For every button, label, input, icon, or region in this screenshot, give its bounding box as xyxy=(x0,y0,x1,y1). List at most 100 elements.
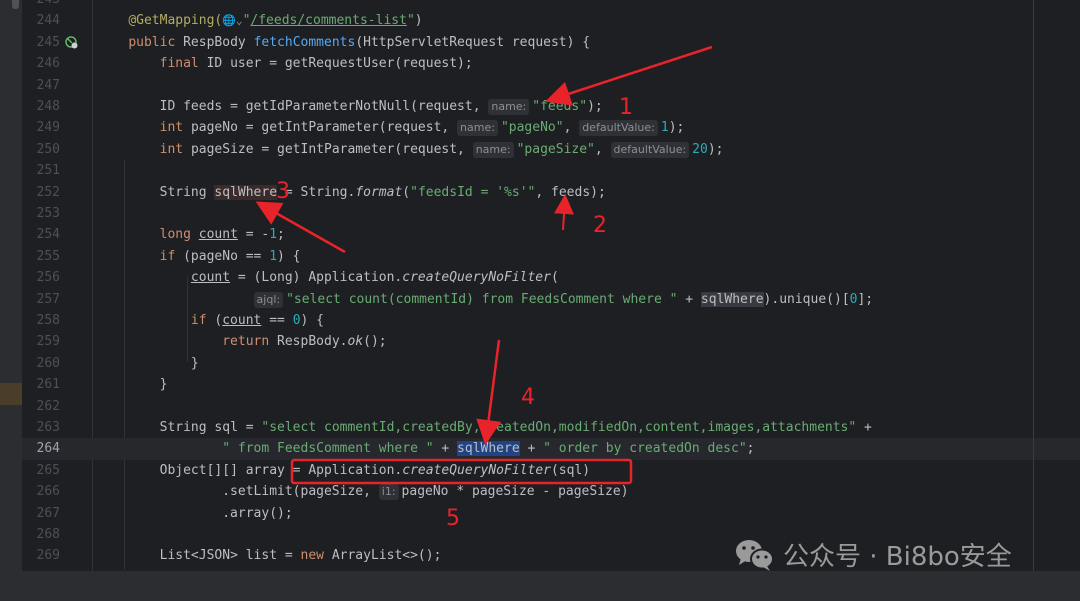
line-number[interactable]: 257 xyxy=(22,289,60,310)
line-number[interactable]: 263 xyxy=(22,417,60,438)
code-token: 1 xyxy=(269,248,278,264)
code-token: if xyxy=(190,313,215,328)
line-number[interactable]: 260 xyxy=(22,353,60,374)
code-token: ok xyxy=(347,334,364,350)
code-token: ]; xyxy=(857,291,874,307)
code-token: new xyxy=(300,548,332,564)
code-line[interactable]: 246 final ID user = getRequestUser(reque… xyxy=(22,53,1080,74)
line-number[interactable]: 250 xyxy=(22,139,60,160)
globe-icon[interactable]: 🌐⌄ xyxy=(222,14,242,27)
line-number[interactable]: 266 xyxy=(22,481,60,502)
inlay-hint: i1: xyxy=(378,484,399,501)
code-text: int pageSize = getIntParameter(request, … xyxy=(97,139,723,160)
code-line[interactable]: 262 xyxy=(22,396,1080,417)
code-token: int xyxy=(159,141,191,157)
line-number[interactable]: 243 xyxy=(22,0,60,10)
line-number[interactable]: 252 xyxy=(22,182,60,203)
line-number[interactable]: 249 xyxy=(22,117,60,138)
line-number[interactable]: 248 xyxy=(22,96,60,117)
code-line[interactable]: 256 count = (Long) Application.createQue… xyxy=(22,267,1080,288)
code-line[interactable]: 267 .array(); xyxy=(22,503,1080,524)
code-text: ID feeds = getIdParameterNotNull(request… xyxy=(97,96,603,117)
code-line[interactable]: 252 String sqlWhere = String.format("fee… xyxy=(22,182,1080,203)
code-line[interactable]: 264 " from FeedsComment where " + sqlWhe… xyxy=(22,438,1080,460)
line-number[interactable]: 261 xyxy=(22,374,60,395)
line-number[interactable]: 254 xyxy=(22,224,60,245)
code-line[interactable]: 253 xyxy=(22,203,1080,224)
line-number[interactable]: 267 xyxy=(22,503,60,524)
line-number[interactable]: 256 xyxy=(22,267,60,288)
code-text: List<JSON> list = new ArrayList<>(); xyxy=(97,545,442,566)
code-token: final xyxy=(159,56,207,72)
code-line[interactable]: 265 Object[][] array = Application.creat… xyxy=(22,460,1080,481)
code-line[interactable]: 258 if (count == 0) { xyxy=(22,310,1080,331)
code-token: .setLimit(pageSize, xyxy=(222,484,379,500)
code-line[interactable]: 249 int pageNo = getIntParameter(request… xyxy=(22,117,1080,138)
code-token: "pageNo" xyxy=(500,120,564,136)
code-token: ) { xyxy=(277,248,301,264)
code-text: if (pageNo == 1) { xyxy=(97,246,301,267)
code-text: if (count == 0) { xyxy=(97,310,324,331)
line-number[interactable]: 262 xyxy=(22,396,60,417)
inlay-hint: name: xyxy=(457,120,498,137)
line-number[interactable]: 269 xyxy=(22,545,60,566)
code-token: + xyxy=(856,420,872,435)
code-token: RespBody. xyxy=(277,334,348,350)
inlay-hint: defaultValue: xyxy=(579,120,658,137)
code-token: ( xyxy=(550,270,559,286)
code-line[interactable]: 263 String sql = "select commentId,creat… xyxy=(22,417,1080,438)
endpoint-globe-icon[interactable] xyxy=(65,36,78,49)
code-line[interactable]: 254 long count = -1; xyxy=(22,224,1080,245)
line-number[interactable]: 245 xyxy=(22,32,60,53)
line-number[interactable]: 251 xyxy=(22,160,60,181)
line-number[interactable]: 264 xyxy=(22,438,60,459)
code-line[interactable]: 250 int pageSize = getIntParameter(reque… xyxy=(22,139,1080,160)
code-line[interactable]: 255 if (pageNo == 1) { xyxy=(22,246,1080,267)
code-line[interactable]: 248 ID feeds = getIdParameterNotNull(req… xyxy=(22,96,1080,117)
code-token: fetchComments xyxy=(253,34,356,50)
scrollbar-thumb[interactable] xyxy=(12,0,19,9)
code-line[interactable]: 251 xyxy=(22,160,1080,181)
code-text: long count = -1; xyxy=(97,224,285,245)
code-text: count = (Long) Application.createQueryNo… xyxy=(97,267,559,288)
code-token: createQueryNoFilter xyxy=(402,462,551,478)
code-token: long xyxy=(159,227,199,243)
line-number[interactable]: 246 xyxy=(22,53,60,74)
code-token: , feeds); xyxy=(535,184,606,200)
right-margin-guide xyxy=(1033,0,1034,571)
code-line[interactable]: 260 } xyxy=(22,353,1080,374)
code-line[interactable]: 257 ajql: "select count(commentId) from F… xyxy=(22,289,1080,310)
line-number[interactable]: 253 xyxy=(22,203,60,224)
code-token: = - xyxy=(237,227,270,243)
code-token: , xyxy=(563,120,580,136)
code-line[interactable]: 266 .setLimit(pageSize, i1: pageNo * page… xyxy=(22,481,1080,502)
code-token: sqlWhere xyxy=(457,441,520,457)
code-editor[interactable]: 243244 @GetMapping(🌐⌄ "/feeds/comments-li… xyxy=(22,0,1080,571)
code-line[interactable]: 245 public RespBody fetchComments(HttpSe… xyxy=(22,32,1080,53)
line-number[interactable]: 259 xyxy=(22,331,60,352)
line-number[interactable]: 247 xyxy=(22,75,60,96)
code-token: ); xyxy=(587,99,603,114)
code-line[interactable]: 261 } xyxy=(22,374,1080,395)
code-line[interactable]: 243 xyxy=(22,0,1080,10)
code-line[interactable]: 259 return RespBody.ok(); xyxy=(22,331,1080,352)
line-number[interactable]: 255 xyxy=(22,246,60,267)
inlay-hint: ajql: xyxy=(253,291,284,308)
code-token: (); xyxy=(363,334,387,350)
code-token: = (Long) Application. xyxy=(230,270,403,286)
change-marker xyxy=(0,383,22,405)
code-token: RespBody xyxy=(183,34,254,50)
line-number[interactable]: 265 xyxy=(22,460,60,481)
code-line[interactable]: 244 @GetMapping(🌐⌄"/feeds/comments-list"… xyxy=(22,10,1080,31)
code-line[interactable]: 247 xyxy=(22,75,1080,96)
code-text: String sqlWhere = String.format("feedsId… xyxy=(97,182,606,203)
code-token: if xyxy=(159,248,184,264)
line-number[interactable]: 268 xyxy=(22,524,60,545)
line-number[interactable]: 244 xyxy=(22,10,60,31)
line-number[interactable]: 258 xyxy=(22,310,60,331)
code-token: ) xyxy=(414,13,423,29)
code-token: @GetMapping( xyxy=(128,13,223,29)
watermark: 公众号 · Bi8bo安全 xyxy=(735,536,1012,573)
code-token: String xyxy=(159,184,215,200)
code-token: count xyxy=(198,227,238,243)
